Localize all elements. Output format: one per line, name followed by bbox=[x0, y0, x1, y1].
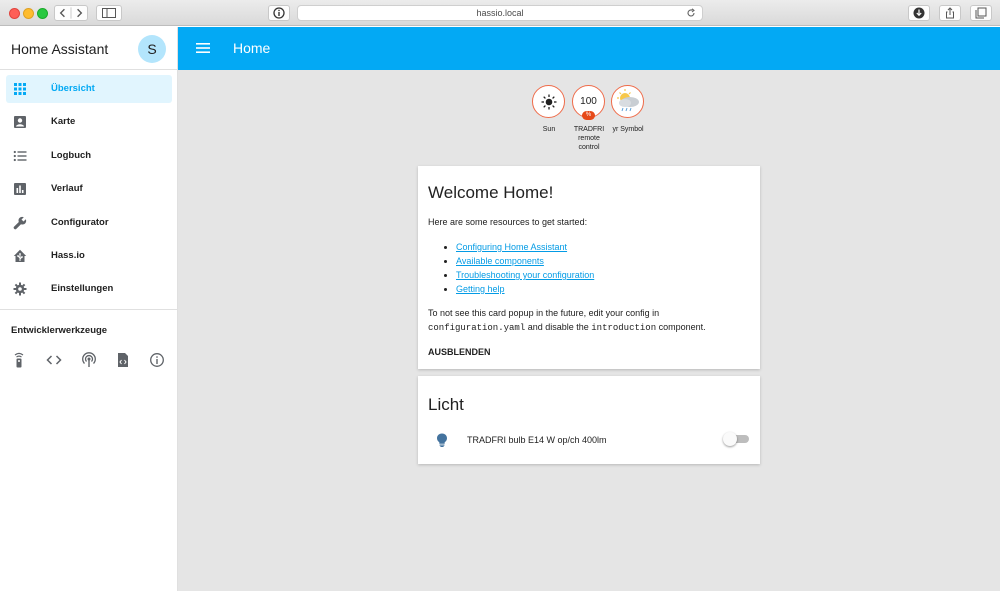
lightbulb-icon[interactable] bbox=[436, 433, 448, 447]
link-components[interactable]: Available components bbox=[456, 256, 544, 266]
address-bar[interactable]: hassio.local bbox=[297, 5, 703, 21]
badge-tradfri-remote[interactable]: 100 % TRADFRI remote control bbox=[572, 85, 605, 152]
sidebar-item-logbuch[interactable]: Logbuch bbox=[6, 142, 172, 170]
badge-unit: % bbox=[582, 111, 595, 120]
list-item: Available components bbox=[456, 254, 594, 268]
settings-icon bbox=[13, 282, 27, 296]
format-list-bulleted-icon bbox=[13, 150, 27, 161]
sun-icon bbox=[541, 94, 556, 109]
entity-name[interactable]: TRADFRI bulb E14 W op/ch 400lm bbox=[467, 435, 607, 445]
url-text: hassio.local bbox=[476, 8, 524, 18]
note-text: To not see this card popup in the future… bbox=[428, 308, 660, 318]
resource-links: Configuring Home Assistant Available com… bbox=[446, 240, 594, 296]
welcome-note: To not see this card popup in the future… bbox=[428, 306, 752, 335]
light-toggle[interactable] bbox=[723, 432, 749, 446]
code-tags-icon[interactable] bbox=[46, 352, 62, 368]
sidebar-toggle-icon bbox=[102, 8, 116, 18]
badge-sun[interactable]: Sun bbox=[532, 85, 565, 134]
sidebar: Home Assistant S Übersicht Karte Logbuch… bbox=[0, 27, 178, 591]
file-xml-icon[interactable] bbox=[115, 352, 131, 368]
link-configuring[interactable]: Configuring Home Assistant bbox=[456, 242, 567, 252]
badge-value: 100 bbox=[580, 96, 597, 107]
browser-titlebar: hassio.local bbox=[0, 0, 1000, 26]
toggle-knob bbox=[723, 432, 737, 446]
tabs-icon bbox=[975, 7, 987, 19]
zoom-window-button[interactable] bbox=[37, 8, 48, 19]
close-window-button[interactable] bbox=[9, 8, 20, 19]
component-name: introduction bbox=[591, 323, 657, 333]
share-icon bbox=[946, 7, 954, 19]
remote-icon[interactable] bbox=[11, 352, 27, 368]
badge-label: yr Symbol bbox=[612, 126, 644, 133]
note-text: and disable the bbox=[525, 322, 592, 332]
note-text: component. bbox=[656, 322, 706, 332]
main-content: Sun 100 % TRADFRI remote control yr Symb… bbox=[178, 70, 1000, 591]
list-item: Troubleshooting your configuration bbox=[456, 268, 594, 282]
badge-circle bbox=[532, 85, 565, 118]
user-avatar[interactable]: S bbox=[138, 35, 166, 63]
sidebar-divider bbox=[0, 309, 177, 310]
list-item: Configuring Home Assistant bbox=[456, 240, 594, 254]
app-header: Home bbox=[178, 27, 1000, 70]
light-card-title: Licht bbox=[428, 395, 464, 414]
link-troubleshooting[interactable]: Troubleshooting your configuration bbox=[456, 270, 594, 280]
sidebar-nav: Übersicht Karte Logbuch Verlauf Configur… bbox=[0, 75, 178, 309]
view-dashboard-icon bbox=[14, 83, 26, 95]
sidebar-item-einstellungen[interactable]: Einstellungen bbox=[6, 275, 172, 303]
menu-icon[interactable] bbox=[196, 42, 210, 54]
list-item: Getting help bbox=[456, 282, 594, 296]
sidebar-header: Home Assistant S bbox=[0, 27, 177, 70]
welcome-intro: Here are some resources to get started: bbox=[428, 217, 588, 227]
app-title: Home Assistant bbox=[11, 41, 109, 57]
sidebar-item-karte[interactable]: Karte bbox=[6, 108, 172, 136]
developer-tools-bar bbox=[11, 352, 171, 368]
badge-circle bbox=[611, 85, 644, 118]
link-getting-help[interactable]: Getting help bbox=[456, 284, 505, 294]
welcome-card: Welcome Home! Here are some resources to… bbox=[418, 166, 760, 369]
sidebar-toggle-button[interactable] bbox=[96, 5, 122, 21]
back-forward-icon bbox=[59, 7, 83, 19]
sidebar-item-label: Karte bbox=[51, 116, 76, 128]
sidebar-item-label: Hass.io bbox=[51, 249, 85, 261]
reload-icon[interactable] bbox=[686, 8, 696, 18]
developer-tools-heading: Entwicklerwerkzeuge bbox=[11, 325, 108, 336]
sidebar-item-label: Configurator bbox=[51, 216, 109, 228]
sidebar-item-label: Verlauf bbox=[51, 183, 83, 195]
info-circle-icon bbox=[273, 7, 285, 19]
dismiss-button[interactable]: AUSBLENDEN bbox=[428, 347, 491, 357]
share-button[interactable] bbox=[939, 5, 961, 21]
sidebar-item-configurator[interactable]: Configurator bbox=[6, 209, 172, 237]
tabs-overview-button[interactable] bbox=[970, 5, 992, 21]
config-filename: configuration.yaml bbox=[428, 323, 526, 333]
downloads-button[interactable] bbox=[908, 5, 930, 21]
welcome-card-title: Welcome Home! bbox=[428, 183, 554, 202]
wrench-icon bbox=[13, 216, 27, 229]
back-forward-buttons[interactable] bbox=[54, 5, 88, 21]
account-box-icon bbox=[14, 116, 26, 129]
sidebar-item-label: Logbuch bbox=[51, 149, 92, 161]
light-card: Licht TRADFRI bulb E14 W op/ch 400lm bbox=[418, 376, 760, 464]
sidebar-item-verlauf[interactable]: Verlauf bbox=[6, 175, 172, 203]
information-outline-icon[interactable] bbox=[149, 352, 165, 368]
page-title: Home bbox=[233, 40, 271, 56]
badge-circle: 100 % bbox=[572, 85, 605, 120]
site-info-button[interactable] bbox=[268, 5, 290, 21]
poll-box-icon bbox=[14, 183, 26, 196]
access-point-icon[interactable] bbox=[81, 352, 97, 368]
badge-yr-symbol[interactable]: yr Symbol bbox=[611, 85, 644, 134]
sidebar-item-label: Übersicht bbox=[51, 83, 95, 94]
download-icon bbox=[913, 7, 925, 19]
home-assistant-icon bbox=[13, 249, 27, 262]
sidebar-item-label: Einstellungen bbox=[51, 283, 114, 295]
sidebar-item-uebersicht[interactable]: Übersicht bbox=[6, 75, 172, 103]
minimize-window-button[interactable] bbox=[23, 8, 34, 19]
sidebar-item-hassio[interactable]: Hass.io bbox=[6, 242, 172, 270]
weather-rain-icon bbox=[616, 88, 639, 111]
